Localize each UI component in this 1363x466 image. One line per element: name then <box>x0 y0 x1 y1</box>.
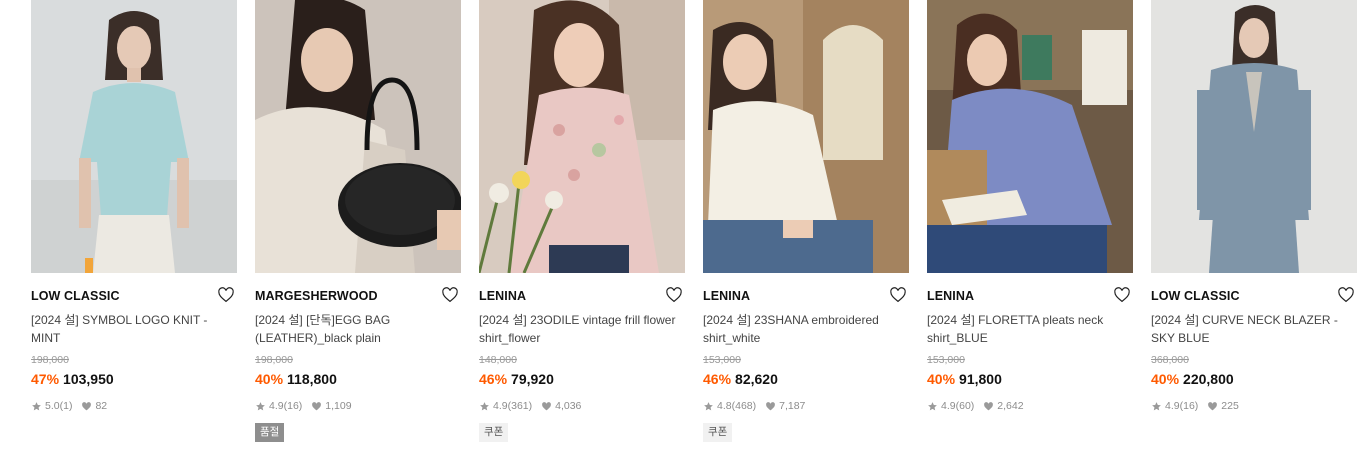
original-price: 153,000 <box>703 354 741 366</box>
price-row: 46% 79,920 <box>479 371 554 387</box>
heart-outline-icon[interactable] <box>1113 286 1131 304</box>
brand-name[interactable]: LENINA <box>703 289 750 303</box>
heart-outline-icon[interactable] <box>1337 286 1355 304</box>
original-price: 198,000 <box>31 354 69 366</box>
heart-outline-icon[interactable] <box>889 286 907 304</box>
product-title[interactable]: [2024 설] [단독]EGG BAG (LEATHER)_black pla… <box>255 311 455 347</box>
original-price: 153,000 <box>927 354 965 366</box>
star-icon <box>255 401 266 412</box>
star-icon <box>927 401 938 412</box>
star-icon <box>31 401 42 412</box>
heart-outline-icon[interactable] <box>217 286 235 304</box>
brand-name[interactable]: LOW CLASSIC <box>31 289 120 303</box>
review-count: (361) <box>507 400 533 412</box>
discount-rate: 40% <box>1151 371 1180 387</box>
like-count: 7,187 <box>779 400 806 412</box>
brand-name[interactable]: MARGESHERWOOD <box>255 289 378 303</box>
sale-price: 118,800 <box>287 371 337 387</box>
product-card[interactable]: LOW CLASSIC [2024 설] CURVE NECK BLAZER -… <box>1151 0 1357 466</box>
brand-name[interactable]: LENINA <box>927 289 974 303</box>
price-row: 40% 91,800 <box>927 371 1002 387</box>
rating: 4.9 <box>1165 400 1180 412</box>
review-meta: 5.0 (1) 82 <box>31 400 107 412</box>
price-row: 47% 103,950 <box>31 371 114 387</box>
product-card[interactable]: LENINA [2024 설] FLORETTA pleats neck shi… <box>927 0 1133 466</box>
heart-filled-icon <box>765 401 776 412</box>
product-title[interactable]: [2024 설] 23ODILE vintage frill flower sh… <box>479 311 679 347</box>
heart-filled-icon <box>311 401 322 412</box>
rating: 4.9 <box>941 400 956 412</box>
sale-price: 103,950 <box>63 371 114 387</box>
product-title[interactable]: [2024 설] FLORETTA pleats neck shirt_BLUE <box>927 311 1127 347</box>
product-image[interactable] <box>703 0 909 273</box>
product-grid: LOW CLASSIC [2024 설] SYMBOL LOGO KNIT - … <box>0 0 1363 466</box>
heart-filled-icon <box>1207 401 1218 412</box>
sale-price: 220,800 <box>1183 371 1234 387</box>
discount-rate: 47% <box>31 371 60 387</box>
heart-filled-icon <box>541 401 552 412</box>
coupon-badge: 쿠폰 <box>479 423 509 442</box>
original-price: 198,000 <box>255 354 293 366</box>
product-image[interactable] <box>927 0 1133 273</box>
star-icon <box>703 401 714 412</box>
price-row: 40% 118,800 <box>255 371 337 387</box>
product-card[interactable]: LENINA [2024 설] 23SHANA embroidered shir… <box>703 0 909 466</box>
discount-rate: 40% <box>927 371 956 387</box>
like-count: 82 <box>95 400 108 412</box>
original-price: 148,000 <box>479 354 517 366</box>
product-card[interactable]: LENINA [2024 설] 23ODILE vintage frill fl… <box>479 0 685 466</box>
price-row: 40% 220,800 <box>1151 371 1234 387</box>
sold-out-badge: 품절 <box>255 423 285 442</box>
heart-outline-icon[interactable] <box>665 286 683 304</box>
brand-name[interactable]: LOW CLASSIC <box>1151 289 1240 303</box>
product-image[interactable] <box>1151 0 1357 273</box>
review-count: (60) <box>955 400 975 412</box>
discount-rate: 46% <box>703 371 732 387</box>
product-image[interactable] <box>479 0 685 273</box>
brand-name[interactable]: LENINA <box>479 289 526 303</box>
product-title[interactable]: [2024 설] SYMBOL LOGO KNIT - MINT <box>31 311 231 347</box>
review-meta: 4.8 (468) 7,187 <box>703 400 805 412</box>
sale-price: 91,800 <box>959 371 1002 387</box>
original-price: 368,000 <box>1151 354 1189 366</box>
like-count: 2,642 <box>997 400 1024 412</box>
review-count: (16) <box>283 400 303 412</box>
star-icon <box>1151 401 1162 412</box>
discount-rate: 46% <box>479 371 508 387</box>
rating: 5.0 <box>45 400 60 412</box>
heart-filled-icon <box>81 401 92 412</box>
like-count: 4,036 <box>555 400 582 412</box>
product-card[interactable]: LOW CLASSIC [2024 설] SYMBOL LOGO KNIT - … <box>31 0 237 466</box>
coupon-badge: 쿠폰 <box>703 423 733 442</box>
sale-price: 79,920 <box>511 371 554 387</box>
product-title[interactable]: [2024 설] CURVE NECK BLAZER - SKY BLUE <box>1151 311 1351 347</box>
review-meta: 4.9 (60) 2,642 <box>927 400 1024 412</box>
product-image[interactable] <box>31 0 237 273</box>
product-card[interactable]: MARGESHERWOOD [2024 설] [단독]EGG BAG (LEAT… <box>255 0 461 466</box>
like-count: 225 <box>1221 400 1239 412</box>
heart-filled-icon <box>983 401 994 412</box>
review-meta: 4.9 (16) 1,109 <box>255 400 352 412</box>
rating: 4.9 <box>269 400 284 412</box>
rating: 4.8 <box>717 400 732 412</box>
product-image[interactable] <box>255 0 461 273</box>
review-count: (1) <box>59 400 73 412</box>
like-count: 1,109 <box>325 400 352 412</box>
rating: 4.9 <box>493 400 508 412</box>
review-meta: 4.9 (16) 225 <box>1151 400 1239 412</box>
price-row: 46% 82,620 <box>703 371 778 387</box>
review-meta: 4.9 (361) 4,036 <box>479 400 581 412</box>
heart-outline-icon[interactable] <box>441 286 459 304</box>
review-count: (16) <box>1179 400 1199 412</box>
product-title[interactable]: [2024 설] 23SHANA embroidered shirt_white <box>703 311 903 347</box>
review-count: (468) <box>731 400 757 412</box>
discount-rate: 40% <box>255 371 284 387</box>
star-icon <box>479 401 490 412</box>
sale-price: 82,620 <box>735 371 778 387</box>
